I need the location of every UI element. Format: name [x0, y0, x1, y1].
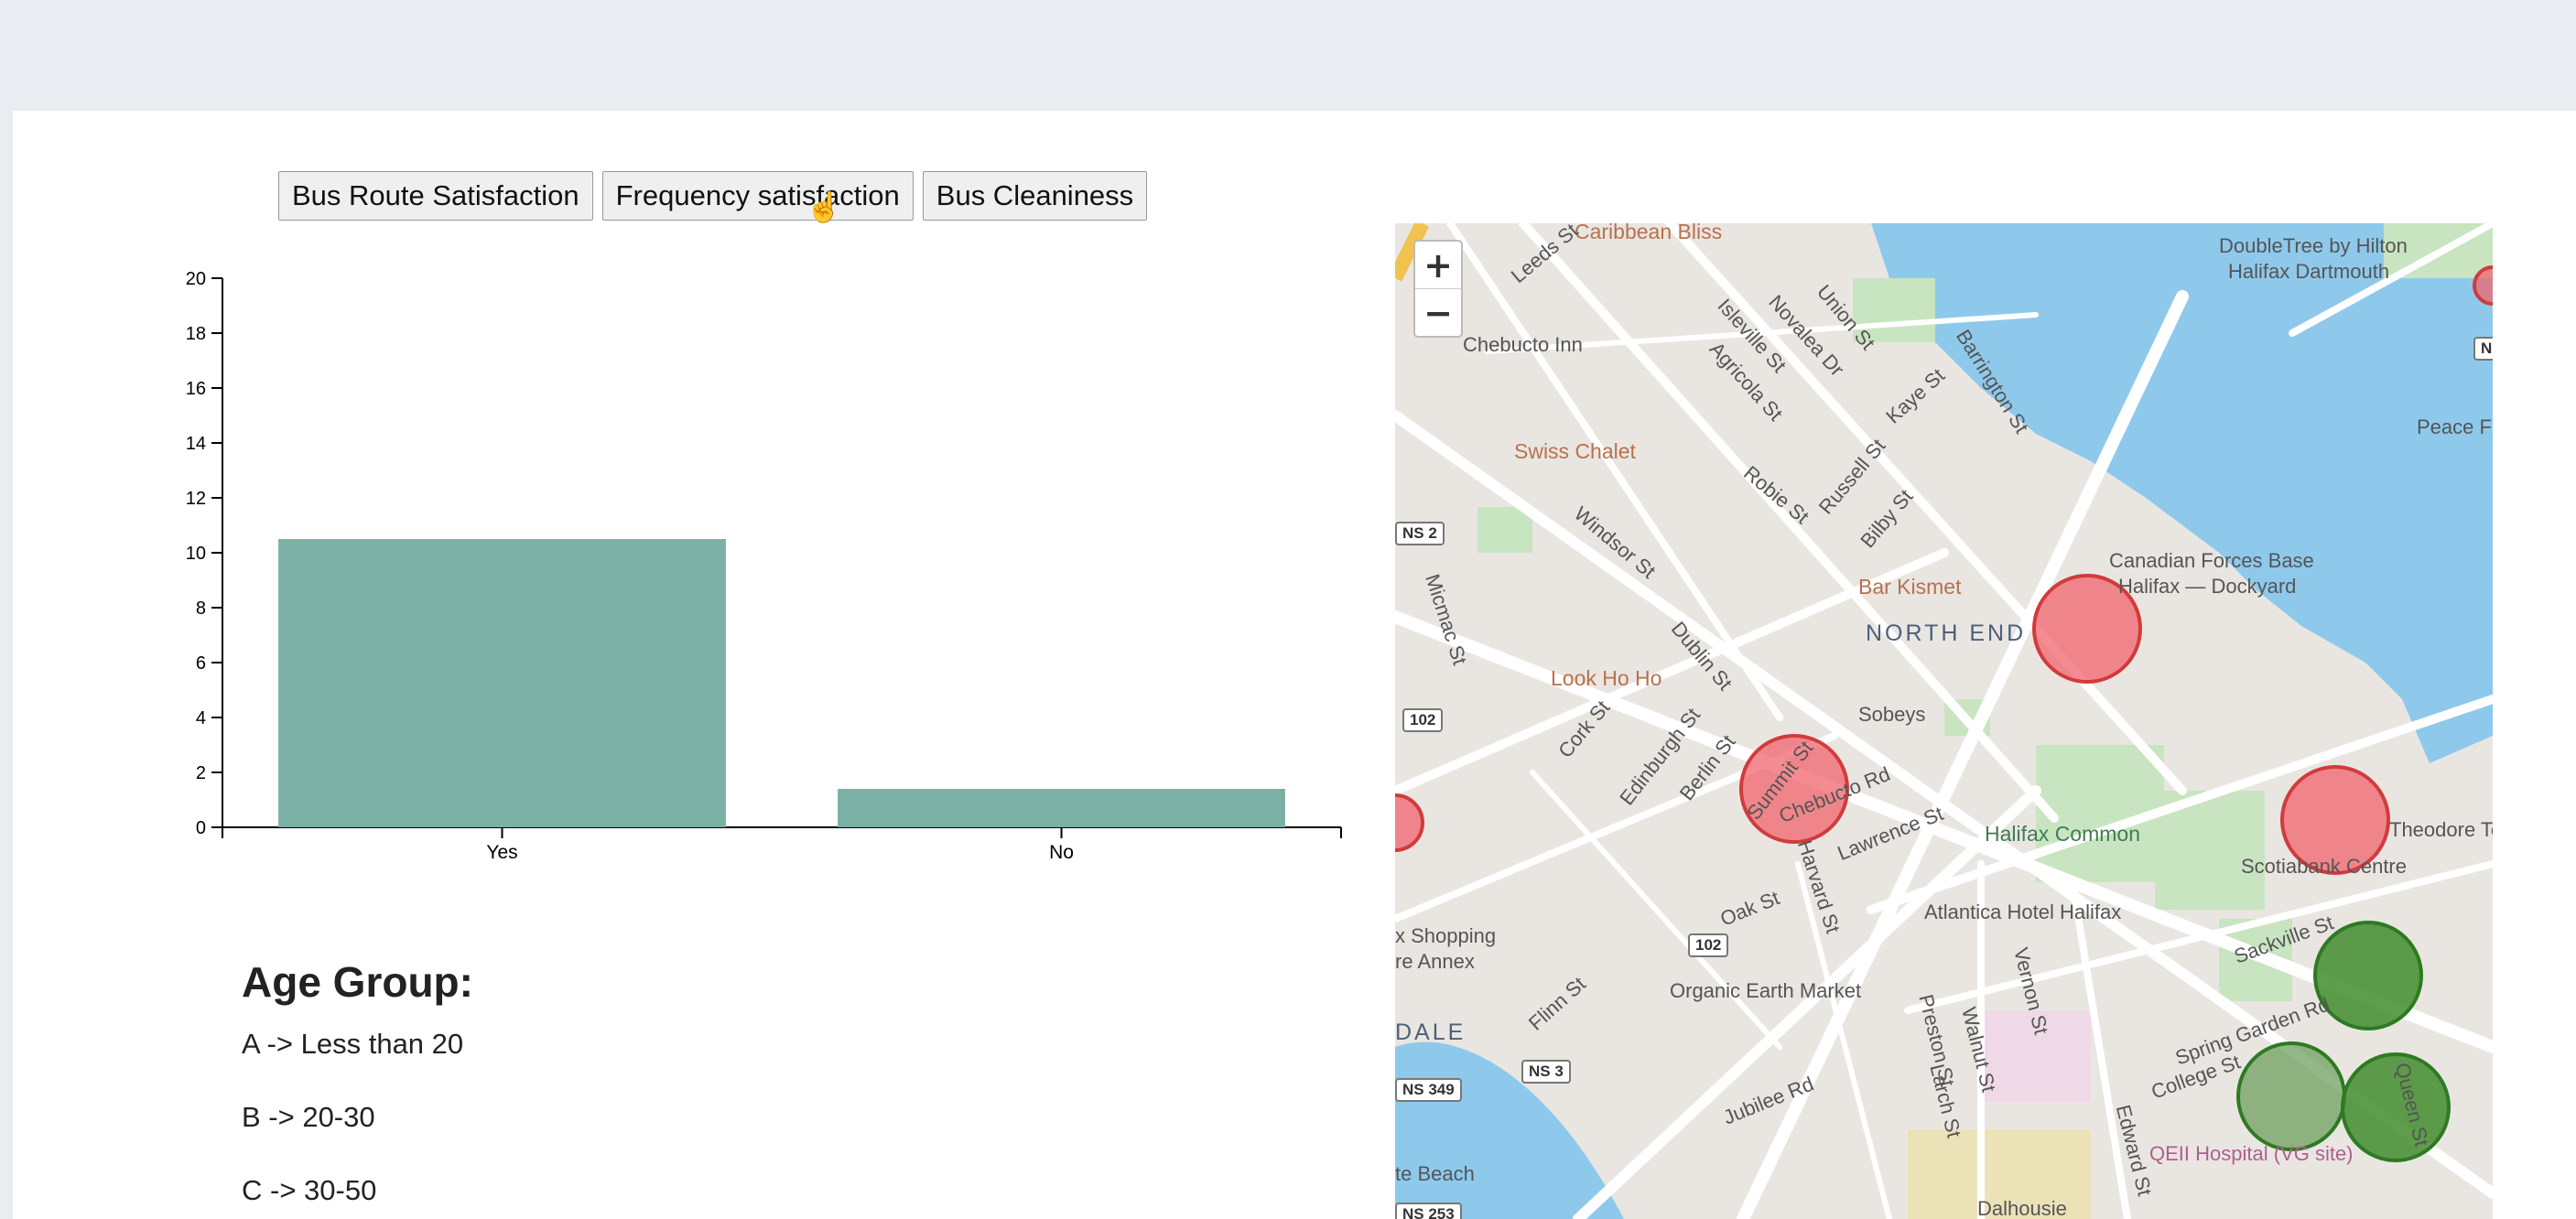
route-shield-n: N — [2473, 337, 2493, 361]
x-tick-label: No — [1049, 842, 1074, 863]
map-label-look-ho-ho: Look Ho Ho — [1551, 666, 1662, 690]
y-tick-label: 4 — [196, 708, 206, 728]
map-label-organic-earth-market: Organic Earth Market — [1670, 979, 1862, 1002]
route-shield-ns349: NS 349 — [1395, 1078, 1462, 1102]
map-label-bar-kismet: Bar Kismet — [1858, 575, 1962, 599]
map-label-doubletree: DoubleTree by Hilton — [2219, 234, 2408, 257]
map-label-qeii: QEII Hospital (VG site) — [2149, 1142, 2354, 1165]
chart-selector: Bus Route Satisfaction Frequency satisfa… — [278, 171, 1148, 221]
route-shield-ns2: NS 2 — [1395, 522, 1445, 545]
map-label-atlantica: Atlantica Hotel Halifax — [1924, 901, 2122, 923]
map-label-peace: Peace F — [2417, 415, 2492, 438]
age-group-a: A -> Less than 20 — [242, 1028, 464, 1060]
map-label-theodore: Theodore To — [2389, 818, 2493, 841]
map-label-cfb-2: Halifax — Dockyard — [2118, 575, 2297, 598]
pie-label-d: D — [757, 1180, 777, 1212]
bar-no — [838, 789, 1285, 827]
top-bar — [13, 0, 2576, 111]
map-label-swiss-chalet: Swiss Chalet — [1514, 439, 1636, 463]
y-tick-label: 12 — [186, 489, 206, 509]
age-group-title: Age Group: — [242, 958, 473, 1006]
nw-arm-water — [1395, 1041, 1624, 1219]
road-14 — [1795, 861, 1892, 1219]
pie-slice-b — [831, 1023, 1071, 1219]
map-label-te-beach: te Beach — [1395, 1162, 1475, 1185]
map-label-halifax-common: Halifax Common — [1985, 822, 2140, 846]
map-label-caribbean-bliss: Caribbean Bliss — [1575, 223, 1723, 243]
age-group-c: C -> 30-50 — [242, 1174, 377, 1206]
y-tick-label: 8 — [196, 599, 206, 619]
map-label-shopping: x Shopping — [1395, 924, 1497, 947]
route-shield-102: 102 — [1688, 933, 1729, 957]
park-1 — [1477, 507, 1532, 553]
map-label-sobeys: Sobeys — [1858, 703, 1926, 726]
survey-point-red[interactable] — [1395, 793, 1424, 852]
hand-cursor-icon: ☝ — [806, 190, 842, 223]
y-tick-label: 0 — [196, 818, 206, 838]
y-tick-label: 10 — [186, 544, 206, 564]
map-label-dalhousie: Dalhousie — [1977, 1197, 2067, 1219]
map-label-chebucto-inn: Chebucto Inn — [1463, 333, 1583, 356]
bar-yes — [278, 539, 726, 827]
pie-slice-c — [613, 1160, 831, 1219]
route-shield-ns253: NS 253 — [1395, 1203, 1462, 1219]
y-tick-label: 20 — [186, 269, 206, 289]
age-group-b: B -> 20-30 — [242, 1101, 375, 1133]
bus-route-satisfaction-button[interactable]: Bus Route Satisfaction — [278, 171, 593, 221]
bus-cleanliness-button[interactable]: Bus Cleaniness — [922, 171, 1148, 221]
y-tick-label: 14 — [186, 434, 206, 454]
y-tick-label: 6 — [196, 653, 206, 674]
zoom-in-button[interactable]: + — [1415, 242, 1461, 288]
map[interactable]: Caribbean Bliss DoubleTree by Hilton Hal… — [1395, 223, 2493, 1219]
map-label-north-end: NORTH END — [1866, 620, 2027, 646]
map-label-cfb: Canadian Forces Base — [2109, 549, 2314, 572]
frequency-satisfaction-button[interactable]: Frequency satisfaction — [601, 171, 914, 221]
route-shield-102: 102 — [1402, 708, 1444, 732]
map-label-doubletree-2: Halifax Dartmouth — [2228, 260, 2390, 283]
zoom-control: + − — [1413, 240, 1463, 338]
survey-point-green[interactable] — [2236, 1041, 2346, 1151]
satisfaction-bar-chart: 0 2 4 6 8 10 12 14 16 18 20 Yes No — [186, 269, 1342, 863]
map-label-scotiabank-centre: Scotiabank Centre — [2241, 855, 2407, 878]
zoom-out-button[interactable]: − — [1415, 288, 1461, 336]
map-label-shopping-2: re Annex — [1395, 950, 1475, 973]
y-tick-label: 2 — [196, 763, 206, 783]
route-shield-ns3: NS 3 — [1521, 1060, 1571, 1084]
age-group-pie-chart: D B — [568, 1016, 1099, 1219]
y-tick-label: 16 — [186, 379, 206, 399]
x-tick-label: Yes — [486, 842, 517, 863]
pie-slice-d — [614, 1023, 831, 1219]
y-tick-label: 18 — [186, 324, 206, 344]
map-label-dale: DALE — [1395, 1019, 1467, 1045]
